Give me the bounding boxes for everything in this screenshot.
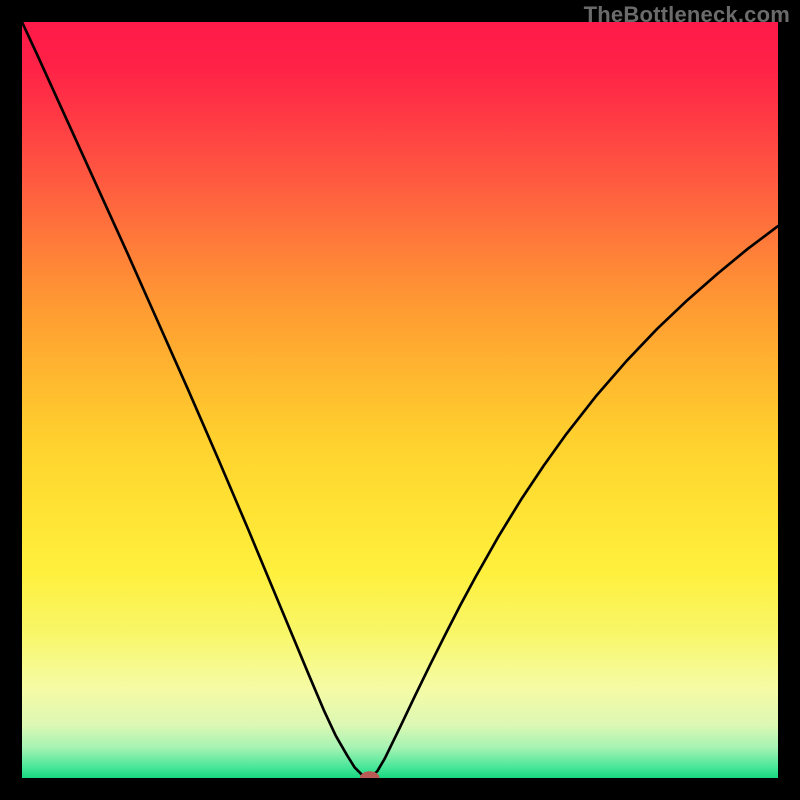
chart-area [22,22,778,778]
outer-frame: TheBottleneck.com [0,0,800,800]
chart-background [22,22,778,778]
bottleneck-chart [22,22,778,778]
